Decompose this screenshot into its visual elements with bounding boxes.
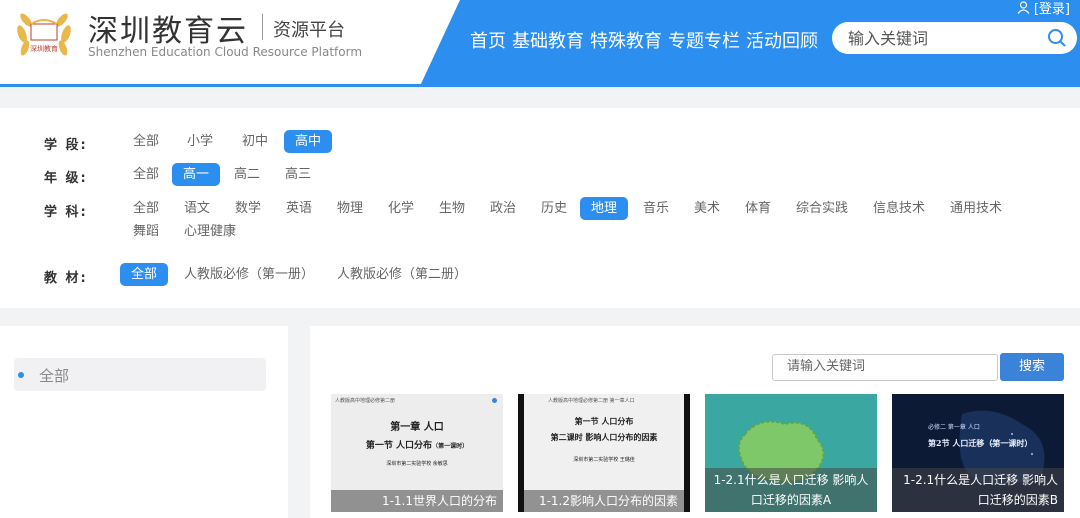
subject-option[interactable]: 物理 — [326, 197, 374, 220]
slide-line1: 第一节 人口分布 — [574, 416, 634, 426]
slide-header: 人教版高中地理必修第二册 — [335, 398, 396, 404]
subject-option[interactable]: 综合实践 — [785, 197, 859, 220]
nav-basic-education[interactable]: 基础教育 — [512, 27, 584, 53]
textbook-option-book2[interactable]: 人教版必修（第二册） — [326, 263, 478, 286]
sidebar: 全部 — [0, 326, 288, 518]
brand-name: 深圳教育云 — [88, 14, 248, 49]
resource-list: 搜索 人教版高中地理必修第二册 第一章 人口 第一节 人口分布（第一课时） 深圳… — [310, 326, 1080, 518]
resource-card[interactable]: 人教版高中地理必修第二册 第一章 人口 第一节 人口分布（第一课时） 深圳市第二… — [331, 394, 503, 512]
slide-line1: 第一章 人口 — [390, 422, 444, 433]
stage-option-primary[interactable]: 小学 — [176, 130, 224, 153]
filter-label-textbook: 教 材: — [44, 271, 88, 286]
nav-special-education[interactable]: 特殊教育 — [590, 27, 662, 53]
grade-option-2[interactable]: 高二 — [223, 163, 271, 186]
slide-line1: 必修二 第一章 人口 — [928, 424, 980, 431]
resource-search-input[interactable] — [787, 359, 987, 374]
filter-label-subject: 学 科: — [44, 205, 88, 220]
header-divider — [0, 84, 1080, 87]
stage-option-junior[interactable]: 初中 — [231, 130, 279, 153]
logo-emblem[interactable]: 深圳教育 — [12, 4, 76, 64]
stage-option-senior[interactable]: 高中 — [284, 130, 333, 153]
bullet-icon — [18, 372, 24, 378]
subject-option[interactable]: 生物 — [428, 197, 476, 220]
card-caption: 1-1.2影响人口分布的因素 — [524, 490, 684, 512]
card-caption: 1-1.1世界人口的分布 — [331, 490, 503, 512]
stage-option-all[interactable]: 全部 — [122, 130, 170, 153]
subject-option[interactable]: 心理健康 — [173, 220, 247, 243]
search-button[interactable]: 搜索 — [1000, 353, 1064, 381]
subject-option[interactable]: 美术 — [683, 197, 731, 220]
textbook-option-book1[interactable]: 人教版必修（第一册） — [173, 263, 325, 286]
brand-subtitle: 资源平台 — [273, 20, 345, 41]
resource-search — [772, 354, 998, 381]
grade-option-3[interactable]: 高三 — [274, 163, 322, 186]
subject-option[interactable]: 舞蹈 — [122, 220, 170, 243]
login-label[interactable]: [登录] — [1034, 0, 1070, 17]
slide-header: 人教版高中地理必修第二册 第一章人口 — [548, 398, 635, 404]
card-caption: 1-2.1什么是人口迁移 影响人口迁移的因素A — [705, 468, 877, 512]
sidebar-item-all[interactable]: 全部 — [14, 358, 266, 391]
resource-card[interactable]: 人教版高中地理必修第二册 第一章人口 第一节 人口分布 第二课时 影响人口分布的… — [518, 394, 690, 512]
slide-line2-note: （第一课时） — [432, 443, 469, 450]
resource-card[interactable]: 1-2.1什么是人口迁移 影响人口迁移的因素A — [705, 394, 877, 512]
brand-english: Shenzhen Education Cloud Resource Platfo… — [88, 45, 363, 59]
subject-option[interactable]: 政治 — [479, 197, 527, 220]
slide-line2: 第2节 人口迁移（第一课时） — [928, 438, 1033, 448]
login-link[interactable]: [登录] — [1017, 0, 1070, 17]
textbook-option-all[interactable]: 全部 — [120, 263, 169, 286]
subject-option[interactable]: 英语 — [275, 197, 323, 220]
filter-label-stage: 学 段: — [44, 138, 88, 153]
sidebar-item-label: 全部 — [39, 367, 70, 385]
header-search-input[interactable] — [848, 27, 1038, 49]
header-search — [832, 22, 1077, 54]
subject-option[interactable]: 历史 — [530, 197, 578, 220]
filter-label-grade: 年 级: — [44, 171, 88, 186]
grade-option-all[interactable]: 全部 — [122, 163, 170, 186]
subject-option-geography[interactable]: 地理 — [580, 197, 629, 220]
card-caption: 1-2.1什么是人口迁移 影响人口迁移的因素B — [892, 468, 1064, 512]
subject-option[interactable]: 全部 — [122, 197, 170, 220]
resource-card[interactable]: 必修二 第一章 人口 第2节 人口迁移（第一课时） 1-2.1什么是人口迁移 影… — [892, 394, 1064, 512]
user-icon — [1017, 1, 1030, 14]
main-nav: 首页 基础教育 特殊教育 专题专栏 活动回顾 — [470, 27, 818, 53]
slide-school: 深圳市第二实验学校 王璐佳 — [573, 457, 635, 463]
subject-option[interactable]: 信息技术 — [862, 197, 936, 220]
slide-line2: 第二课时 影响人口分布的因素 — [550, 432, 658, 442]
subject-option[interactable]: 通用技术 — [939, 197, 1013, 220]
subject-option[interactable]: 语文 — [173, 197, 221, 220]
logo-text: 深圳教育 — [30, 44, 58, 53]
nav-home[interactable]: 首页 — [470, 27, 506, 53]
grade-option-1[interactable]: 高一 — [172, 163, 221, 186]
subject-option[interactable]: 音乐 — [632, 197, 680, 220]
brand-divider — [262, 14, 263, 40]
subject-option[interactable]: 体育 — [734, 197, 782, 220]
subject-option[interactable]: 数学 — [224, 197, 272, 220]
nav-topics[interactable]: 专题专栏 — [668, 27, 740, 53]
slide-school: 深圳市第二实验学校 余敏思 — [386, 461, 448, 467]
slide-line2: 第一节 人口分布（第一课时） — [331, 438, 503, 451]
filter-panel: 学 段: 全部 小学 初中 高中 年 级: 全部 高一 高二 高三 学 科: 全… — [0, 108, 1080, 308]
search-icon[interactable] — [1047, 28, 1067, 48]
slide-dot — [492, 398, 497, 403]
nav-activity-review[interactable]: 活动回顾 — [746, 27, 818, 53]
slide-line2-main: 第一节 人口分布 — [365, 441, 433, 451]
subject-option[interactable]: 化学 — [377, 197, 425, 220]
